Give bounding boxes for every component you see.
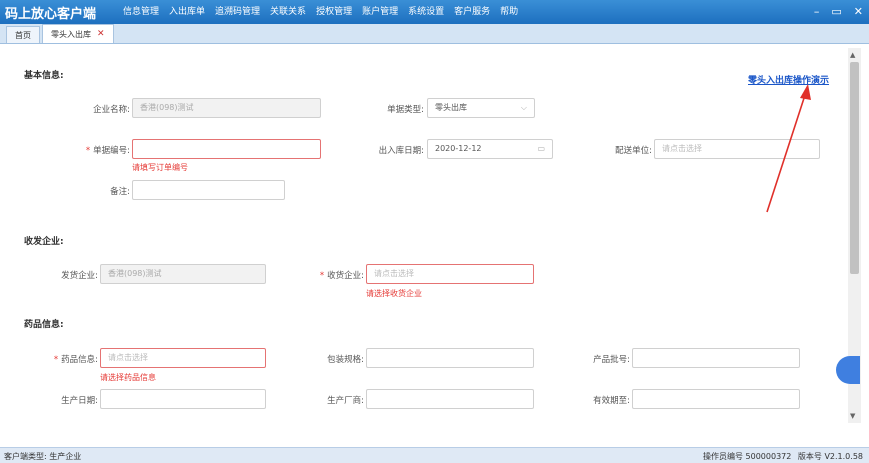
drug-info-error: 请选择药品信息 — [100, 373, 156, 382]
window-controls: – ▭ ✕ — [814, 0, 863, 24]
main-menu: 信息管理 入出库单 追溯码管理 关联关系 授权管理 账户管理 系统设置 客户服务… — [118, 0, 523, 24]
form-content: 零头入出库操作演示 基本信息: 企业名称: 香港(098)测试 单据类型: 零头… — [8, 48, 848, 440]
section-basic-info: 基本信息: — [24, 71, 64, 81]
stock-date-input[interactable]: 2020-12-12 ▭ — [427, 139, 553, 159]
operator-number: 操作员编号 500000372 — [703, 452, 792, 461]
title-bar: 码上放心客户端 信息管理 入出库单 追溯码管理 关联关系 授权管理 账户管理 系… — [0, 0, 869, 24]
stock-date-value: 2020-12-12 — [435, 144, 482, 153]
menu-trace-code[interactable]: 追溯码管理 — [210, 0, 265, 24]
maximize-icon[interactable]: ▭ — [831, 0, 841, 24]
menu-customer-service[interactable]: 客户服务 — [449, 0, 495, 24]
expiry-field[interactable] — [632, 389, 800, 409]
receiver-input[interactable]: 请点击选择 — [366, 264, 534, 284]
doc-type-value: 零头出库 — [435, 103, 467, 112]
version-number: 版本号 V2.1.0.58 — [797, 452, 863, 461]
sender-field: 香港(098)测试 — [100, 264, 266, 284]
doc-type-label: 单据类型: — [387, 105, 424, 115]
menu-stock-orders[interactable]: 入出库单 — [164, 0, 210, 24]
batch-number-field[interactable] — [632, 348, 800, 368]
doc-number-label: * 单据编号: — [62, 144, 130, 156]
receiver-label: * 收货企业: — [298, 269, 364, 281]
drug-info-label: * 药品信息: — [34, 353, 98, 365]
tab-home-label: 首页 — [15, 30, 31, 40]
doc-type-select[interactable]: 零头出库 ⌵ — [427, 98, 535, 118]
batch-number-label: 产品批号: — [593, 355, 630, 365]
status-right: 操作员编号 500000372 版本号 V2.1.0.58 — [699, 451, 863, 462]
scroll-up-icon[interactable]: ▲ — [850, 51, 855, 59]
remark-label: 备注: — [110, 187, 130, 197]
app-title: 码上放心客户端 — [5, 6, 97, 22]
section-shipping: 收发企业: — [24, 237, 64, 247]
package-spec-field[interactable] — [366, 348, 534, 368]
required-mark: * — [53, 355, 59, 365]
required-mark: * — [85, 146, 91, 156]
remark-input[interactable] — [132, 180, 285, 200]
delivery-unit-label: 配送单位: — [615, 146, 652, 156]
company-name-label: 企业名称: — [93, 105, 130, 115]
tab-close-icon[interactable]: ✕ — [97, 29, 105, 39]
status-bar: 客户端类型: 生产企业 操作员编号 500000372 版本号 V2.1.0.5… — [0, 447, 869, 463]
scroll-thumb[interactable] — [850, 62, 859, 274]
company-name-field: 香港(098)测试 — [132, 98, 321, 118]
section-drug-info: 药品信息: — [24, 320, 64, 330]
receiver-error: 请选择收货企业 — [366, 289, 422, 298]
mfg-date-label: 生产日期: — [61, 396, 98, 406]
minimize-icon[interactable]: – — [814, 0, 820, 24]
drug-info-input[interactable]: 请点击选择 — [100, 348, 266, 368]
required-mark: * — [319, 271, 325, 281]
menu-info-management[interactable]: 信息管理 — [118, 0, 164, 24]
menu-account[interactable]: 账户管理 — [357, 0, 403, 24]
client-type: 客户端类型: 生产企业 — [4, 452, 82, 461]
demo-link[interactable]: 零头入出库操作演示 — [748, 73, 829, 86]
mfg-date-field[interactable] — [100, 389, 266, 409]
doc-number-label-text: 单据编号: — [93, 146, 130, 156]
menu-relations[interactable]: 关联关系 — [265, 0, 311, 24]
delivery-unit-input[interactable]: 请点击选择 — [654, 139, 820, 159]
floating-service-button[interactable] — [836, 356, 860, 384]
tab-strip: 首页 零头入出库 ✕ — [0, 24, 869, 44]
doc-number-error: 请填写订单编号 — [132, 163, 188, 172]
close-icon[interactable]: ✕ — [854, 0, 863, 24]
tab-retail-stock-label: 零头入出库 — [51, 29, 91, 39]
manufacturer-field[interactable] — [366, 389, 534, 409]
menu-authorization[interactable]: 授权管理 — [311, 0, 357, 24]
calendar-icon[interactable]: ▭ — [537, 140, 545, 158]
drug-info-label-text: 药品信息: — [61, 355, 98, 365]
tab-home[interactable]: 首页 — [6, 26, 40, 43]
receiver-label-text: 收货企业: — [327, 271, 364, 281]
package-spec-label: 包装规格: — [327, 355, 364, 365]
menu-settings[interactable]: 系统设置 — [403, 0, 449, 24]
expiry-label: 有效期至: — [593, 396, 630, 406]
scroll-down-icon[interactable]: ▼ — [850, 412, 855, 420]
menu-help[interactable]: 帮助 — [495, 0, 523, 24]
chevron-down-icon: ⌵ — [520, 103, 527, 112]
stock-date-label: 出入库日期: — [378, 146, 424, 156]
manufacturer-label: 生产厂商: — [327, 396, 364, 406]
sender-label: 发货企业: — [61, 271, 98, 281]
app-window: 码上放心客户端 信息管理 入出库单 追溯码管理 关联关系 授权管理 账户管理 系… — [0, 0, 869, 463]
doc-number-input[interactable] — [132, 139, 321, 159]
tab-retail-stock[interactable]: 零头入出库 ✕ — [42, 24, 114, 43]
